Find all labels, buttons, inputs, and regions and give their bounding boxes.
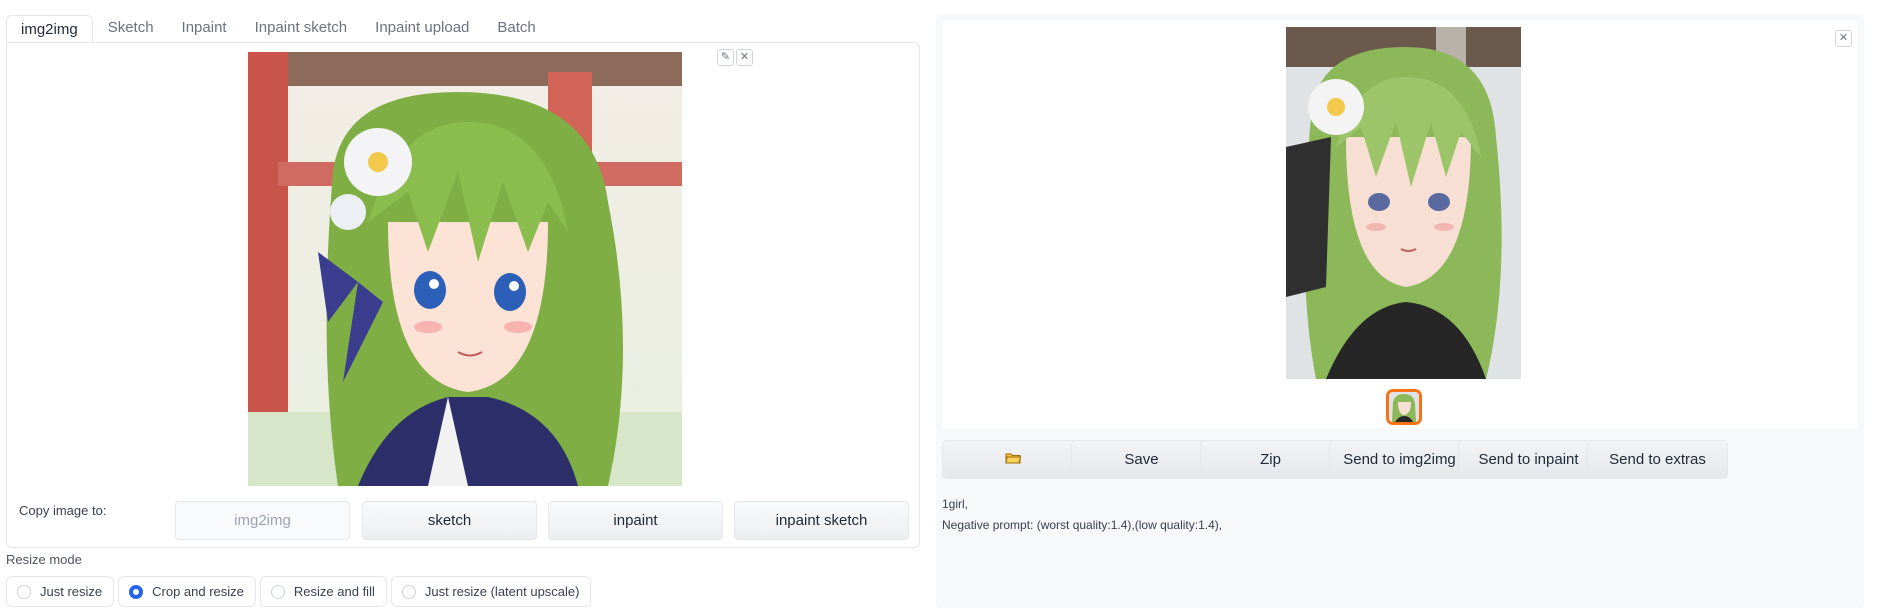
generation-info: 1girl, Negative prompt: (worst quality:1… xyxy=(942,494,1222,536)
radio-indicator xyxy=(401,584,416,599)
prompt-text: 1girl, xyxy=(942,497,969,511)
close-icon: ✕ xyxy=(739,51,750,63)
save-button[interactable]: Save xyxy=(1071,440,1212,479)
resize-mode-label: Resize mode xyxy=(6,552,82,567)
source-image-panel: ✎ ✕ Copy image to: img2img sketch inpain… xyxy=(6,42,920,548)
copy-to-sketch-button[interactable]: sketch xyxy=(362,501,537,540)
output-image[interactable] xyxy=(1286,27,1521,379)
negative-prompt-text: Negative prompt: (worst quality:1.4),(lo… xyxy=(942,518,1223,532)
pencil-icon: ✎ xyxy=(720,51,731,63)
tab-inpaint[interactable]: Inpaint xyxy=(169,14,240,44)
folder-icon xyxy=(1004,451,1021,468)
zip-button[interactable]: Zip xyxy=(1200,440,1341,479)
tab-inpaint-upload[interactable]: Inpaint upload xyxy=(362,14,482,44)
send-to-img2img-button[interactable]: Send to img2img xyxy=(1329,440,1470,479)
close-gallery-button[interactable]: ✕ xyxy=(1835,30,1852,47)
edit-image-button[interactable]: ✎ xyxy=(717,49,734,66)
radio-just-resize[interactable]: Just resize xyxy=(6,576,115,607)
output-gallery: ✕ xyxy=(942,20,1858,429)
copy-image-label: Copy image to: xyxy=(19,503,107,518)
radio-just-resize-latent-upscale[interactable]: Just resize (latent upscale) xyxy=(390,576,592,607)
radio-crop-and-resize[interactable]: Crop and resize xyxy=(118,576,256,607)
tab-inpaint-sketch[interactable]: Inpaint sketch xyxy=(242,14,361,44)
radio-indicator xyxy=(129,584,144,599)
clear-image-button[interactable]: ✕ xyxy=(736,49,753,66)
img2img-tabs: img2img Sketch Inpaint Inpaint sketch In… xyxy=(6,14,549,45)
copy-to-img2img-button[interactable]: img2img xyxy=(175,501,350,540)
radio-label: Resize and fill xyxy=(293,584,375,599)
send-to-extras-button[interactable]: Send to extras xyxy=(1587,440,1728,479)
radio-label: Just resize (latent upscale) xyxy=(424,584,580,599)
gallery-thumbnail[interactable] xyxy=(1386,389,1422,425)
tab-batch[interactable]: Batch xyxy=(484,14,548,44)
tab-sketch[interactable]: Sketch xyxy=(95,14,167,44)
close-icon: ✕ xyxy=(1838,32,1849,44)
open-folder-button[interactable] xyxy=(942,440,1083,479)
radio-label: Just resize xyxy=(40,584,103,599)
radio-indicator xyxy=(17,584,31,599)
output-panel: ✕ Save Zip Send to img2img Send to inpai… xyxy=(936,14,1864,608)
copy-to-inpaint-sketch-button[interactable]: inpaint sketch xyxy=(734,501,909,540)
send-to-inpaint-button[interactable]: Send to inpaint xyxy=(1458,440,1599,479)
radio-indicator xyxy=(270,584,285,599)
resize-mode-group: Just resize Crop and resize Resize and f… xyxy=(6,576,592,607)
radio-label: Crop and resize xyxy=(152,584,244,599)
radio-resize-and-fill[interactable]: Resize and fill xyxy=(259,576,387,607)
copy-to-inpaint-button[interactable]: inpaint xyxy=(548,501,723,540)
tab-img2img[interactable]: img2img xyxy=(6,15,93,45)
source-image[interactable] xyxy=(248,52,682,486)
